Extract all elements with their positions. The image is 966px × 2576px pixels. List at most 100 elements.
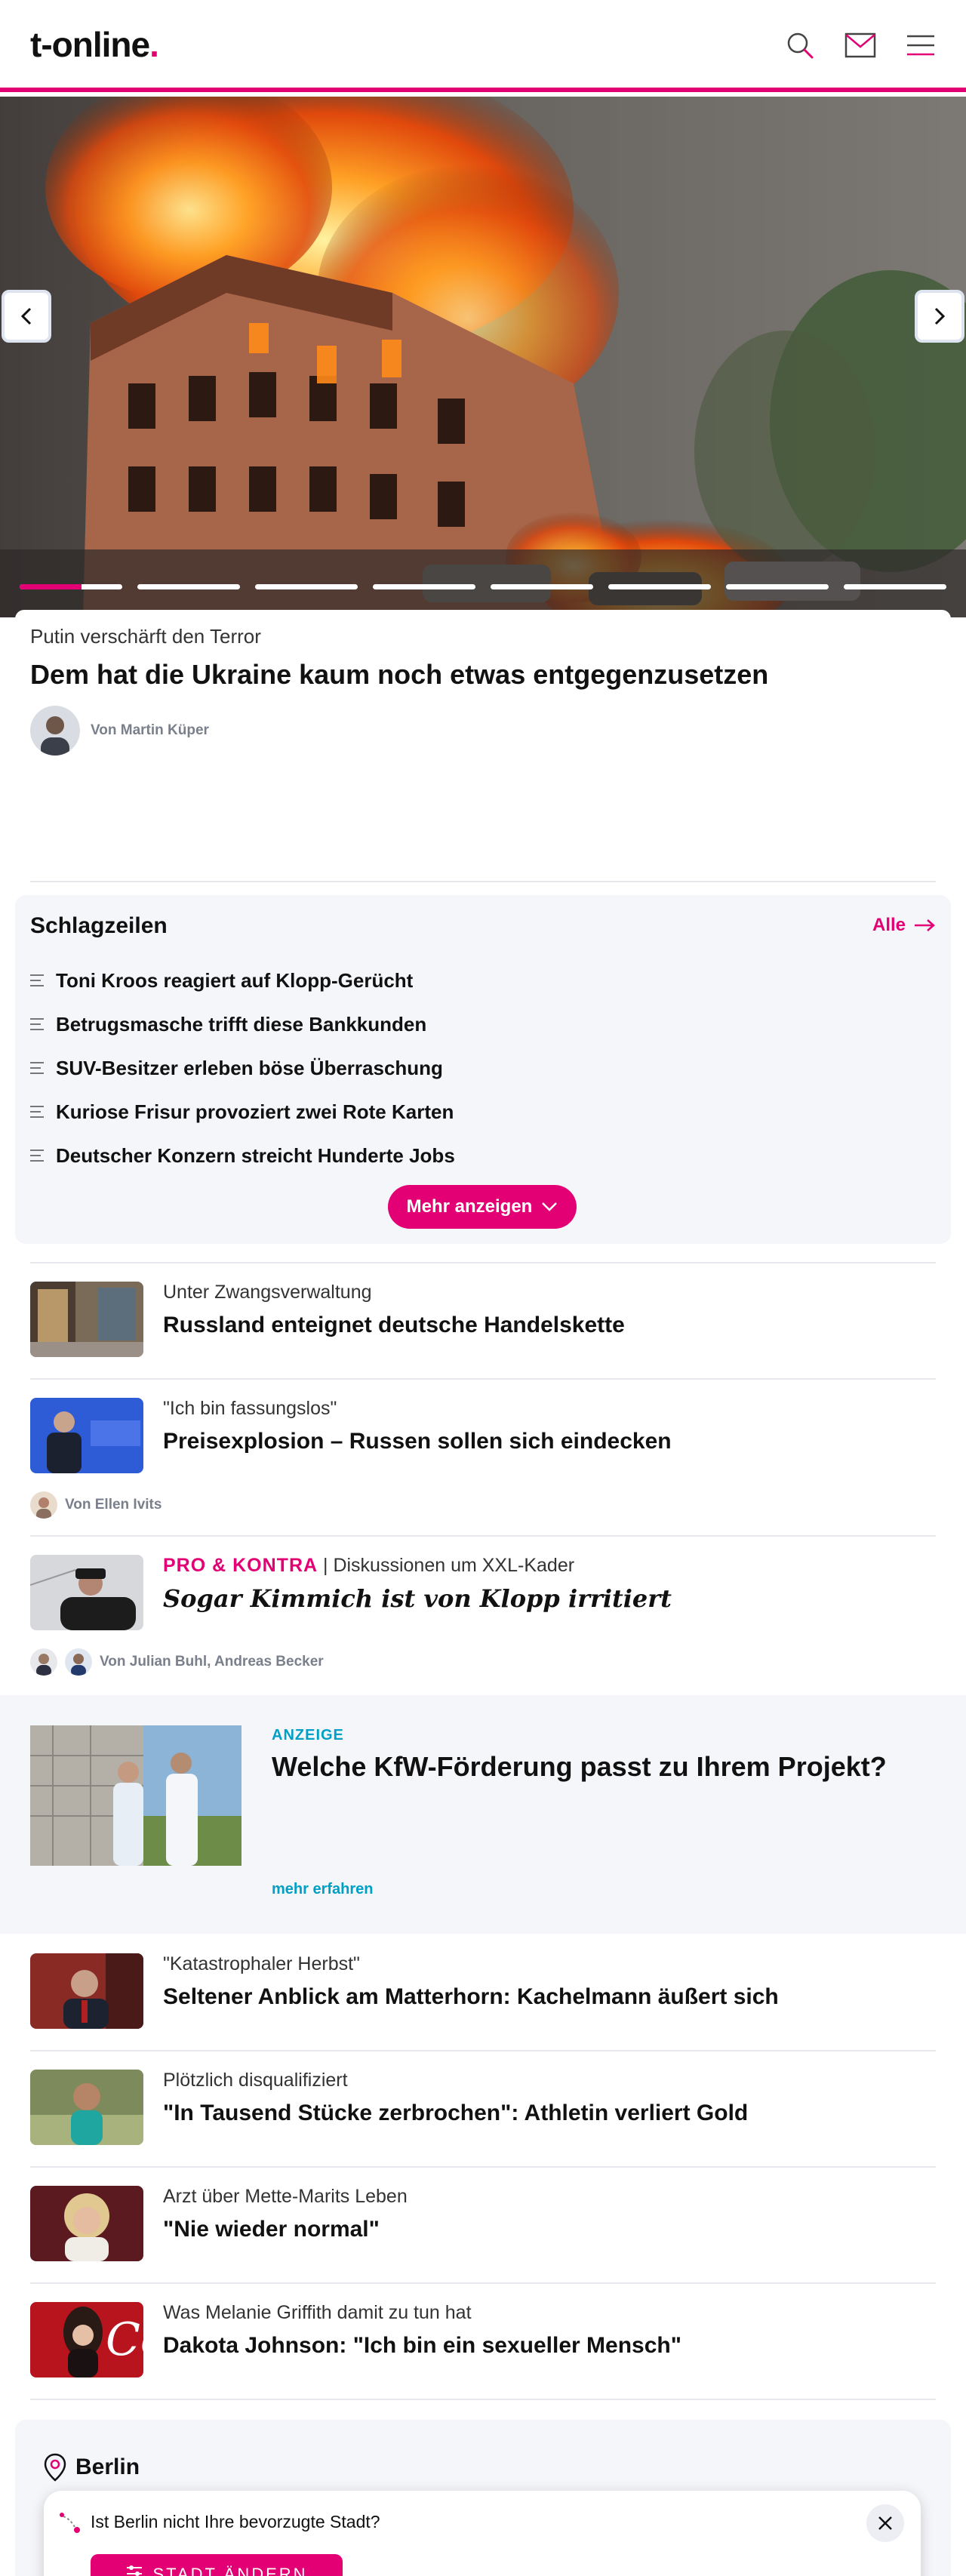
change-city-label: STADT ÄNDERN: [152, 2565, 308, 2576]
logo-text: t-online: [30, 25, 150, 64]
article-title: Russland enteignet deutsche Handelskette: [163, 1313, 625, 1337]
headline-text: Betrugsmasche trifft diese Bankkunden: [56, 1012, 427, 1036]
divider: [30, 2166, 936, 2168]
search-icon[interactable]: [782, 27, 818, 63]
article-title: Dakota Johnson: "Ich bin ein sexueller M…: [163, 2333, 681, 2358]
mail-icon[interactable]: [842, 27, 878, 63]
hero-next-button[interactable]: [915, 290, 964, 343]
hero-author[interactable]: Von Martin Küper: [91, 722, 209, 739]
headline-item[interactable]: Betrugsmasche trifft diese Bankkunden: [30, 1002, 936, 1046]
hero-slide-indicator[interactable]: [373, 584, 475, 589]
headlines-all-link[interactable]: Alle: [872, 915, 936, 936]
headline-text: SUV-Besitzer erleben böse Überraschung: [56, 1056, 443, 1079]
t-online-logo[interactable]: t-online.: [30, 24, 159, 65]
article-thumbnail: [30, 2186, 143, 2261]
arrow-right-icon: [915, 919, 935, 931]
sliders-icon: [127, 2565, 143, 2576]
divider: [30, 1378, 936, 1380]
hero-slide-indicator[interactable]: [491, 584, 593, 589]
article-thumbnail: [30, 1282, 143, 1357]
headline-item[interactable]: Deutscher Konzern streicht Hunderte Jobs: [30, 1134, 936, 1177]
article-author[interactable]: Von Julian Buhl, Andreas Becker: [100, 1654, 324, 1670]
site-header: t-online.: [0, 0, 966, 92]
more-label: Mehr anzeigen: [406, 1196, 533, 1217]
divider: [30, 2399, 936, 2400]
article-kicker: "Katastrophaler Herbst": [163, 1953, 360, 1974]
article-title: Sogar Kimmich ist von Klopp irritiert: [163, 1584, 672, 1613]
svg-text:Cc: Cc: [106, 2313, 143, 2366]
chevron-left-icon: [20, 307, 32, 325]
slide-progress: [20, 584, 82, 589]
text-lines-icon: [30, 1018, 44, 1030]
close-icon: [878, 2516, 892, 2530]
hero-slide-indicator[interactable]: [844, 584, 946, 589]
text-lines-icon: [30, 1150, 44, 1162]
article-thumbnail: [30, 1398, 143, 1473]
headlines-all-label: Alle: [872, 915, 906, 935]
local-city: Berlin: [75, 2454, 140, 2479]
headline-text: Toni Kroos reagiert auf Klopp-Gerücht: [56, 968, 414, 992]
headline-item[interactable]: Kuriose Frisur provoziert zwei Rote Kart…: [30, 1090, 936, 1134]
ad-more-link[interactable]: mehr erfahren: [272, 1881, 374, 1898]
article-kicker: Unter Zwangsverwaltung: [163, 1282, 372, 1303]
more-headlines-button[interactable]: Mehr anzeigen: [388, 1185, 577, 1229]
divider: [30, 1262, 936, 1263]
article-teaser[interactable]: Unter Zwangsverwaltung Russland enteigne…: [30, 1282, 936, 1365]
ad-image: [30, 1725, 242, 1866]
logo-dot: .: [149, 25, 159, 64]
pro-kontra-label: PRO & KONTRA: [163, 1555, 318, 1576]
headlines-box: Schlagzeilen Alle Toni Kroos reagiert au…: [15, 895, 951, 1244]
article-thumbnail: [30, 1555, 143, 1630]
hero-slide-indicator[interactable]: [255, 584, 358, 589]
divider: [30, 881, 936, 882]
hero-slider[interactable]: [0, 97, 966, 617]
article-teaser[interactable]: Arzt über Mette-Marits Leben "Nie wieder…: [30, 2186, 936, 2269]
article-kicker: Arzt über Mette-Marits Leben: [163, 2186, 408, 2207]
hero-pagination: [20, 584, 946, 589]
author-avatar: [30, 706, 80, 756]
article-title: "In Tausend Stücke zerbrochen": Athletin…: [163, 2101, 749, 2125]
divider: [30, 2050, 936, 2051]
article-thumbnail: [30, 1953, 143, 2029]
divider: [30, 1535, 936, 1537]
hero-slide-indicator[interactable]: [137, 584, 240, 589]
author-avatar: [65, 1648, 92, 1676]
hero-slide-indicator[interactable]: [608, 584, 711, 589]
article-thumbnail: [30, 2070, 143, 2145]
text-lines-icon: [30, 1106, 44, 1118]
ad-teaser[interactable]: ANZEIGE Welche KfW-Förderung passt zu Ih…: [0, 1695, 966, 1934]
menu-icon[interactable]: [903, 27, 939, 63]
article-teaser[interactable]: "Katastrophaler Herbst" Seltener Anblick…: [30, 1953, 936, 2036]
hero-teaser[interactable]: Putin verschärft den Terror Dem hat die …: [15, 610, 951, 882]
author-avatar: [30, 1648, 57, 1676]
article-title: "Nie wieder normal": [163, 2217, 380, 2242]
change-city-button[interactable]: STADT ÄNDERN: [91, 2554, 343, 2576]
article-teaser[interactable]: Plötzlich disqualifiziert "In Tausend St…: [30, 2070, 936, 2153]
article-kicker: "Ich bin fassungslos": [163, 1398, 337, 1419]
article-kicker: Was Melanie Griffith damit zu tun hat: [163, 2302, 472, 2323]
hero-kicker: Putin verschärft den Terror: [30, 625, 261, 648]
headline-item[interactable]: SUV-Besitzer erleben böse Überraschung: [30, 1046, 936, 1090]
change-city-popup: Ist Berlin nicht Ihre bevorzugte Stadt? …: [44, 2491, 921, 2576]
article-author[interactable]: Von Ellen Ivits: [65, 1497, 162, 1513]
close-button[interactable]: [866, 2504, 904, 2542]
location-pin-icon: [44, 2453, 66, 2482]
hero-prev-button[interactable]: [2, 290, 51, 343]
ad-title: Welche KfW-Förderung passt zu Ihrem Proj…: [272, 1751, 887, 1782]
article-teaser[interactable]: Cc Was Melanie Griffith damit zu tun hat…: [30, 2302, 936, 2385]
article-title: Seltener Anblick am Matterhorn: Kachelma…: [163, 1984, 779, 2009]
hero-title[interactable]: Dem hat die Ukraine kaum noch etwas entg…: [30, 659, 936, 691]
headline-item[interactable]: Toni Kroos reagiert auf Klopp-Gerücht: [30, 959, 936, 1002]
headlines-title: Schlagzeilen: [30, 913, 168, 938]
hero-slide-indicator[interactable]: [726, 584, 829, 589]
chevron-right-icon: [934, 307, 946, 325]
kicker-separator: |: [318, 1555, 334, 1576]
author-avatar: [30, 1491, 57, 1519]
article-title: Preisexplosion – Russen sollen sich eind…: [163, 1429, 672, 1454]
text-lines-icon: [30, 1062, 44, 1074]
hero-slide-indicator[interactable]: [20, 584, 122, 589]
article-teaser[interactable]: "Ich bin fassungslos" Preisexplosion – R…: [30, 1398, 936, 1519]
divider: [30, 2282, 936, 2284]
article-teaser[interactable]: PRO & KONTRA | Diskussionen um XXL-Kader…: [30, 1555, 936, 1676]
article-kicker: Diskussionen um XXL-Kader: [333, 1555, 575, 1576]
